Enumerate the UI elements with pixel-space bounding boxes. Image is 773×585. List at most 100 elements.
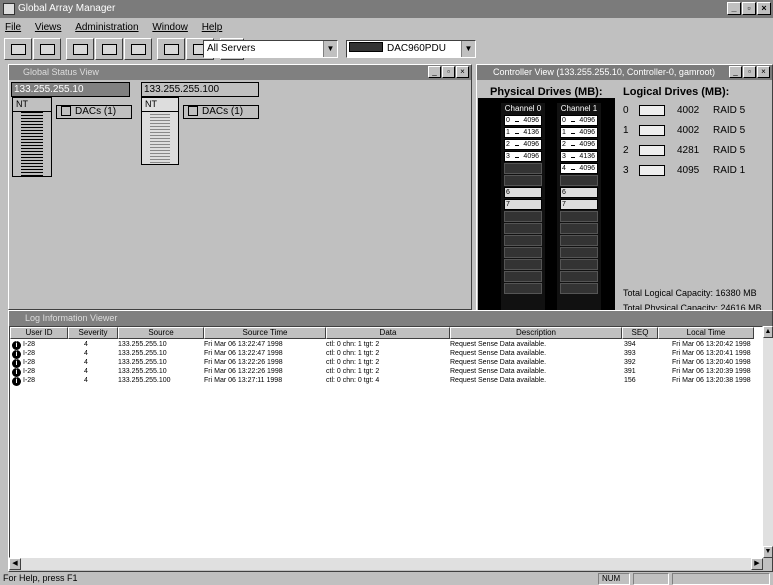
logical-drive-row[interactable]: 2 4281 RAID 5 — [623, 140, 763, 160]
drive-id: 4 — [562, 165, 566, 172]
physical-drive[interactable]: 1 4096 — [560, 127, 598, 138]
discover-button[interactable] — [4, 38, 32, 60]
scan-icon — [39, 43, 55, 55]
close-button[interactable]: × — [757, 66, 770, 78]
log-button[interactable] — [124, 38, 152, 60]
controller-select[interactable]: DAC960PDU ▼ — [346, 40, 476, 58]
drive-id: 2 — [562, 141, 566, 148]
maximize-button[interactable]: ▫ — [442, 66, 455, 78]
physical-drive[interactable]: 0 4096 — [504, 115, 542, 126]
minimize-button[interactable]: _ — [727, 2, 741, 15]
drive-size: 4136 — [579, 153, 595, 160]
controller-view-title: Controller View (133.255.255.10, Control… — [493, 67, 715, 77]
logical-drives-heading: Logical Drives (MB): — [623, 86, 730, 98]
log-row[interactable]: i I-28 4 133.255.255.100 Fri Mar 06 13:27:11… — [10, 376, 764, 386]
minimize-button[interactable]: _ — [729, 66, 742, 78]
dacs-node[interactable]: DACs (1) — [183, 105, 259, 119]
log-cell: 133.255.255.100 — [118, 377, 171, 384]
physical-drive[interactable]: 2 4096 — [504, 139, 542, 150]
server-select-value: All Servers — [207, 43, 256, 54]
physical-drive[interactable]: 2 4096 — [560, 139, 598, 150]
app-title-bar: Global Array Manager — [0, 0, 773, 18]
controller-icon — [163, 43, 179, 55]
server-select[interactable]: All Servers ▼ — [203, 40, 338, 58]
scroll-left-button[interactable]: ◀ — [9, 558, 21, 570]
controller-slot[interactable]: 6 — [504, 187, 542, 198]
app-title: Global Array Manager — [18, 3, 116, 14]
log-cell: Fri Mar 06 13:27:11 1998 — [204, 377, 283, 384]
app-icon[interactable] — [3, 3, 15, 15]
column-header[interactable]: Source Time — [204, 327, 326, 339]
status-cell — [672, 573, 770, 585]
drive-size: 4096 — [579, 165, 595, 172]
column-header[interactable]: Local Time — [658, 327, 754, 339]
log-cell-container: Fri Mar 06 13:20:38 1998 — [658, 376, 754, 386]
horizontal-scrollbar[interactable] — [21, 558, 763, 570]
logical-drive-row[interactable]: 1 4002 RAID 5 — [623, 120, 763, 140]
menu-views[interactable]: Views — [35, 19, 62, 36]
close-button[interactable]: × — [456, 66, 469, 78]
configure-button[interactable] — [66, 38, 94, 60]
controller-slot[interactable]: 6 — [560, 187, 598, 198]
column-header[interactable]: Data — [326, 327, 450, 339]
empty-slot — [504, 211, 542, 222]
toolbar: ? All Servers▼ DAC960PDU▼ — [0, 37, 773, 61]
physical-drive[interactable]: 4 4096 — [560, 163, 598, 174]
menu-file[interactable]: File — [5, 19, 21, 36]
scroll-right-button[interactable]: ▶ — [751, 558, 763, 570]
physical-drives-heading: Physical Drives (MB): — [490, 86, 603, 98]
dacs-label: DACs (1) — [75, 106, 117, 117]
logical-drive-row[interactable]: 3 4095 RAID 1 — [623, 160, 763, 180]
server-tower-vents — [150, 114, 170, 164]
logical-drive-icon — [639, 164, 665, 176]
column-header[interactable]: Source — [118, 327, 204, 339]
column-header[interactable]: User ID — [10, 327, 68, 339]
column-header[interactable]: Description — [450, 327, 622, 339]
os-label: NT — [13, 98, 51, 112]
scan-devices-button[interactable] — [33, 38, 61, 60]
empty-slot — [560, 175, 598, 186]
empty-slot — [504, 175, 542, 186]
controller-slot[interactable]: 7 — [504, 199, 542, 210]
logical-drive-capacity: 4281 — [677, 144, 700, 156]
scroll-up-button[interactable]: ▲ — [763, 326, 773, 338]
column-header[interactable]: Severity — [68, 327, 118, 339]
server-tower[interactable]: NT — [12, 97, 52, 177]
channel-0-label: Channel 0 — [504, 104, 542, 113]
controller-info-button[interactable] — [157, 38, 185, 60]
menu-window[interactable]: Window — [152, 19, 188, 36]
physical-drive[interactable]: 3 4096 — [504, 151, 542, 162]
logical-drive-capacity: 4095 — [677, 164, 700, 176]
empty-slot — [504, 163, 542, 174]
drive-size: 4096 — [579, 117, 595, 124]
menu-administration[interactable]: Administration — [75, 19, 138, 36]
physical-drive[interactable]: 3 4136 — [560, 151, 598, 162]
physical-drive[interactable]: 0 4096 — [560, 115, 598, 126]
maximize-button[interactable]: ▫ — [742, 2, 756, 15]
drive-size: 4096 — [523, 141, 539, 148]
logical-drive-raid: RAID 1 — [713, 164, 746, 176]
server-ip-label[interactable]: 133.255.255.100 — [141, 82, 259, 97]
vertical-scrollbar[interactable] — [763, 338, 773, 546]
minimize-button[interactable]: _ — [428, 66, 441, 78]
column-header[interactable]: SEQ — [622, 327, 658, 339]
statistics-button[interactable] — [95, 38, 123, 60]
empty-slot — [560, 247, 598, 258]
discover-icon — [10, 43, 26, 55]
logical-drive-row[interactable]: 0 4002 RAID 5 — [623, 100, 763, 120]
physical-drive[interactable]: 1 4136 — [504, 127, 542, 138]
status-help-text: For Help, press F1 — [3, 573, 78, 583]
server-ip-label[interactable]: 133.255.255.10 — [11, 82, 130, 97]
log-cell-container: i I-28 — [10, 376, 68, 386]
chevron-down-icon[interactable]: ▼ — [461, 41, 475, 57]
log-cell-container: 4 — [68, 376, 118, 386]
close-button[interactable]: × — [757, 2, 771, 15]
scroll-down-button[interactable]: ▼ — [763, 546, 773, 558]
menu-help[interactable]: Help — [202, 19, 223, 36]
dacs-node[interactable]: DACs (1) — [56, 105, 132, 119]
chevron-down-icon[interactable]: ▼ — [323, 41, 337, 57]
controller-slot[interactable]: 7 — [560, 199, 598, 210]
log-cell-container: 133.255.255.100 — [118, 376, 204, 386]
server-tower[interactable]: NT — [141, 97, 179, 165]
maximize-button[interactable]: ▫ — [743, 66, 756, 78]
